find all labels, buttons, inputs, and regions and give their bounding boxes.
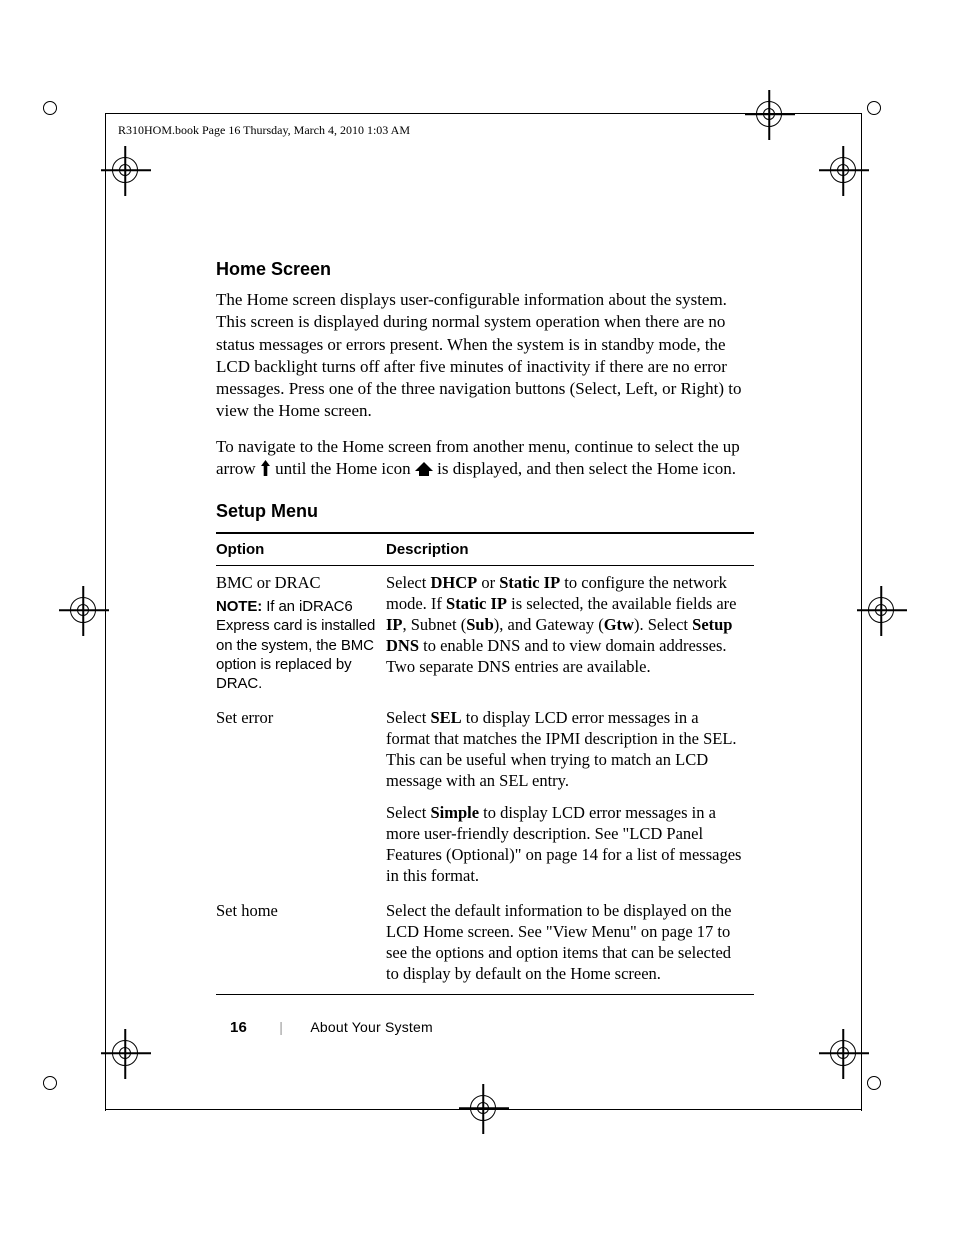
col-header-option: Option [216,533,386,566]
table-row: Set error Select SEL to display LCD erro… [216,701,754,894]
table-row: Set home Select the default information … [216,894,754,995]
desc-set-error: Select SEL to display LCD error messages… [386,701,754,894]
crop-target [70,597,96,623]
desc-bmc-drac: Select DHCP or Static IP to configure th… [386,566,754,702]
page-footer: 16 | About Your System [230,1018,433,1038]
paragraph-home-2: To navigate to the Home screen from anot… [216,436,754,482]
crop-target [830,157,856,183]
heading-home-screen: Home Screen [216,258,754,281]
up-arrow-icon [260,460,271,482]
option-set-home: Set home [216,894,386,995]
option-bmc-drac: BMC or DRAC [216,572,376,593]
desc-set-home: Select the default information to be dis… [386,894,754,995]
crop-target [868,597,894,623]
crop-target [756,101,782,127]
home-icon [415,460,433,482]
page-content: Home Screen The Home screen displays use… [216,258,754,995]
crop-target [830,1040,856,1066]
running-head: R310HOM.book Page 16 Thursday, March 4, … [118,123,410,139]
heading-setup-menu: Setup Menu [216,500,754,523]
footer-divider: | [279,1019,283,1035]
page-number: 16 [230,1019,247,1036]
crop-target [112,157,138,183]
option-bmc-note: NOTE: If an iDRAC6 Express card is insta… [216,597,376,693]
setup-menu-table: Option Description BMC or DRAC NOTE: If … [216,532,754,996]
table-row: BMC or DRAC NOTE: If an iDRAC6 Express c… [216,566,754,702]
crop-target [112,1040,138,1066]
crop-target [470,1095,496,1121]
paragraph-home-1: The Home screen displays user-configurab… [216,289,754,422]
col-header-description: Description [386,533,754,566]
footer-section: About Your System [310,1019,432,1035]
option-set-error: Set error [216,701,386,894]
